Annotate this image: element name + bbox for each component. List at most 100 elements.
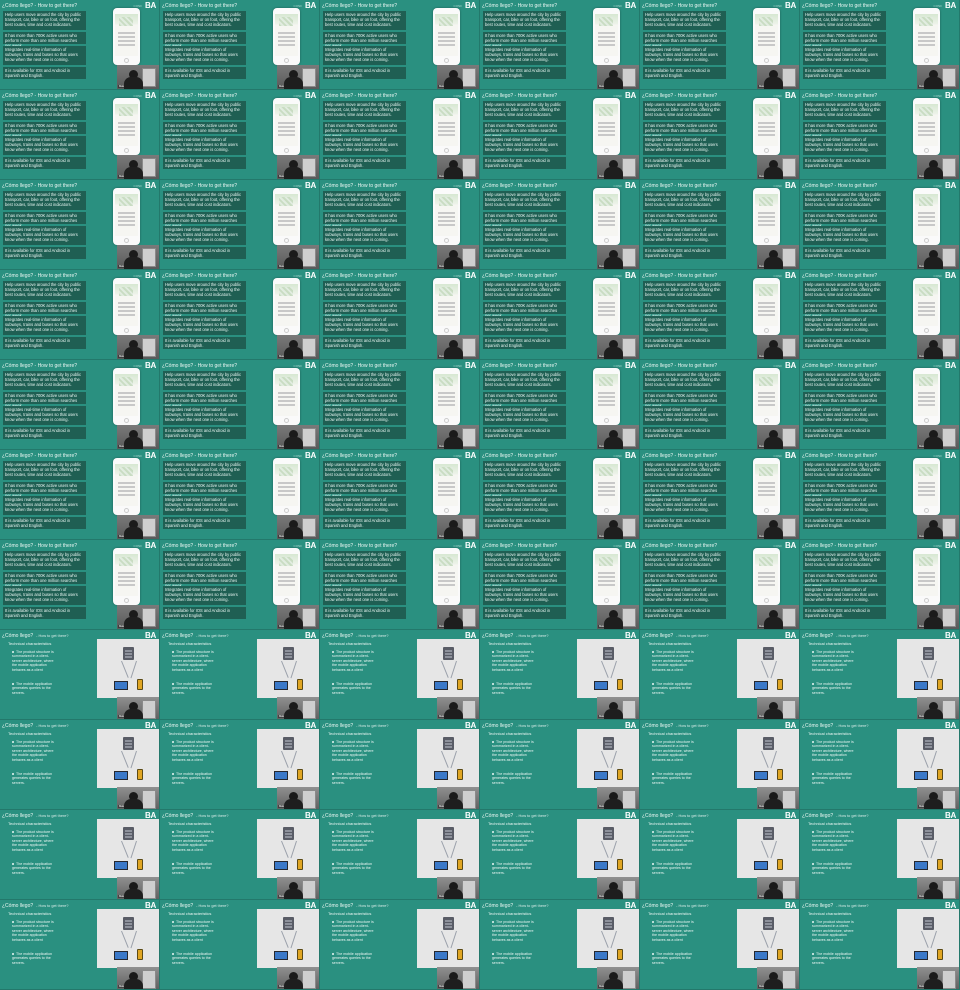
presenter-name: Malena Gonz... [918, 985, 938, 988]
bullet-item: It is available for IOS and Android in S… [643, 427, 726, 439]
slide-title: ¿Cómo llego? - How to get there? [162, 2, 238, 9]
phone-screen [595, 104, 618, 146]
slide-thumbnail[interactable]: ¿Cómo llego? - How to get there? CONF BA… [800, 0, 960, 90]
bullet-item: The mobile application generates queries… [172, 952, 218, 965]
presenter-video: Malena Gonz... [917, 605, 959, 629]
slide-thumbnail[interactable]: ¿Cómo llego? - How to get there? CONF BA… [160, 270, 320, 360]
slide-thumbnail[interactable]: ¿Cómo llego? - How to get there? BA Tech… [640, 630, 800, 720]
slide-thumbnail[interactable]: ¿Cómo llego? - How to get there? CONF BA… [640, 360, 800, 450]
slide-thumbnail[interactable]: ¿Cómo llego? - How to get there? BA Tech… [320, 720, 480, 810]
slide-thumbnail[interactable]: ¿Cómo llego? - How to get there? CONF BA… [640, 180, 800, 270]
slide-thumbnail[interactable]: ¿Cómo llego? - How to get there? CONF BA… [0, 360, 160, 450]
slide-thumbnail[interactable]: ¿Cómo llego? - How to get there? BA Tech… [320, 630, 480, 720]
slide-thumbnail[interactable]: ¿Cómo llego? - How to get there? BA Tech… [480, 630, 640, 720]
phone-home-button [764, 598, 769, 603]
connector-line [450, 750, 457, 769]
slide-thumbnail[interactable]: ¿Cómo llego? - How to get there? BA Tech… [160, 720, 320, 810]
slide-thumbnail[interactable]: ¿Cómo llego? - How to get there? CONF BA… [0, 180, 160, 270]
slide-thumbnail[interactable]: ¿Cómo llego? - How to get there? BA Tech… [480, 900, 640, 990]
slide-thumbnail[interactable]: ¿Cómo llego? - How to get there? BA Tech… [480, 810, 640, 900]
presenter-name: Malena Gonz... [278, 805, 298, 808]
slide-thumbnail[interactable]: ¿Cómo llego? - How to get there? BA Tech… [160, 810, 320, 900]
slide-thumbnail[interactable]: ¿Cómo llego? - How to get there? CONF BA… [160, 0, 320, 90]
bullet-item: The product structure is summarized in a… [332, 740, 378, 762]
bullet-item: Integrates real-time information of subw… [163, 316, 246, 335]
slide-thumbnail[interactable]: ¿Cómo llego? - How to get there? BA Tech… [800, 720, 960, 810]
slide-thumbnail[interactable]: ¿Cómo llego? - How to get there? CONF BA… [800, 360, 960, 450]
slide-thumbnail[interactable]: ¿Cómo llego? - How to get there? BA Tech… [480, 720, 640, 810]
slide-thumbnail[interactable]: ¿Cómo llego? - How to get there? CONF BA… [0, 270, 160, 360]
slide-thumbnail[interactable]: ¿Cómo llego? - How to get there? CONF BA… [480, 90, 640, 180]
phone-screen [115, 464, 138, 506]
ba-logo: BA [305, 91, 316, 100]
bullet-item: Help users move around the city by publi… [803, 11, 886, 30]
slide-thumbnail[interactable]: ¿Cómo llego? - How to get there? CONF BA… [800, 270, 960, 360]
slide-title: ¿Cómo llego? - How to get there? [802, 452, 878, 459]
presenter-video: Malena Gonz... [597, 515, 639, 539]
server-icon [923, 647, 934, 660]
bullet-item: It has more than 700K active users who p… [643, 32, 726, 48]
slide-thumbnail[interactable]: ¿Cómo llego? - How to get there? CONF BA… [640, 90, 800, 180]
bullet-item: The mobile application generates queries… [492, 682, 538, 695]
ba-logo: BA [785, 91, 796, 100]
slide-thumbnail[interactable]: ¿Cómo llego? - How to get there? CONF BA… [800, 540, 960, 630]
slide-thumbnail[interactable]: ¿Cómo llego? - How to get there? CONF BA… [640, 450, 800, 540]
slide-thumbnail[interactable]: ¿Cómo llego? - How to get there? CONF BA… [160, 360, 320, 450]
slide-thumbnail[interactable]: ¿Cómo llego? - How to get there? CONF BA… [160, 90, 320, 180]
slide-thumbnail[interactable]: ¿Cómo llego? - How to get there? CONF BA… [320, 450, 480, 540]
slide-thumbnail[interactable]: ¿Cómo llego? - How to get there? CONF BA… [800, 450, 960, 540]
bullet-text: The mobile application generates queries… [172, 952, 212, 965]
slide-thumbnail[interactable]: ¿Cómo llego? - How to get there? CONF BA… [320, 540, 480, 630]
slide-thumbnail[interactable]: ¿Cómo llego? - How to get there? BA Tech… [800, 900, 960, 990]
slide-thumbnail[interactable]: ¿Cómo llego? - How to get there? CONF BA… [800, 180, 960, 270]
slide-thumbnail[interactable]: ¿Cómo llego? - How to get there? BA Tech… [160, 900, 320, 990]
slide-thumbnail[interactable]: ¿Cómo llego? - How to get there? CONF BA… [480, 0, 640, 90]
slide-thumbnail[interactable]: ¿Cómo llego? - How to get there? CONF BA… [640, 540, 800, 630]
slide-thumbnail[interactable]: ¿Cómo llego? - How to get there? CONF BA… [0, 450, 160, 540]
mobile-icon [137, 769, 143, 780]
slide-thumbnail[interactable]: ¿Cómo llego? - How to get there? CONF BA… [320, 90, 480, 180]
slide-thumbnail[interactable]: ¿Cómo llego? - How to get there? CONF BA… [800, 90, 960, 180]
slide-thumbnail[interactable]: ¿Cómo llego? - How to get there? BA Tech… [640, 720, 800, 810]
bullet-dot-icon [172, 683, 174, 686]
slide-thumbnail[interactable]: ¿Cómo llego? - How to get there? BA Tech… [0, 630, 160, 720]
slide-thumbnail[interactable]: ¿Cómo llego? - How to get there? CONF BA… [0, 540, 160, 630]
slide-thumbnail[interactable]: ¿Cómo llego? - How to get there? BA Tech… [640, 900, 800, 990]
bullet-item: Integrates real-time information of subw… [803, 226, 886, 245]
slide-thumbnail[interactable]: ¿Cómo llego? - How to get there? CONF BA… [320, 270, 480, 360]
slide-thumbnail[interactable]: ¿Cómo llego? - How to get there? CONF BA… [640, 0, 800, 90]
presenter-name: Malena Gonz... [918, 175, 938, 178]
slide-thumbnail[interactable]: ¿Cómo llego? - How to get there? CONF BA… [480, 360, 640, 450]
slide-thumbnail[interactable]: ¿Cómo llego? - How to get there? CONF BA… [320, 180, 480, 270]
slide-thumbnail[interactable]: ¿Cómo llego? - How to get there? BA Tech… [160, 630, 320, 720]
slide-thumbnail[interactable]: ¿Cómo llego? - How to get there? BA Tech… [0, 720, 160, 810]
slide-thumbnail[interactable]: ¿Cómo llego? - How to get there? CONF BA… [0, 90, 160, 180]
bullet-text: The product structure is summarized in a… [812, 740, 854, 762]
slide-thumbnail[interactable]: ¿Cómo llego? - How to get there? CONF BA… [480, 540, 640, 630]
bullet-list: Help users move around the city by publi… [163, 101, 246, 169]
slide-thumbnail[interactable]: ¿Cómo llego? - How to get there? BA Tech… [800, 630, 960, 720]
slide-subtitle: - How to get there? [36, 903, 69, 908]
slide-thumbnail[interactable]: ¿Cómo llego? - How to get there? CONF BA… [160, 540, 320, 630]
slide-thumbnail[interactable]: ¿Cómo llego? - How to get there? CONF BA… [480, 450, 640, 540]
slide-thumbnail[interactable]: ¿Cómo llego? - How to get there? CONF BA… [640, 270, 800, 360]
bullet-text: The product structure is summarized in a… [172, 740, 214, 762]
slide-thumbnail[interactable]: ¿Cómo llego? - How to get there? CONF BA… [320, 0, 480, 90]
slide-thumbnail[interactable]: ¿Cómo llego? - How to get there? CONF BA… [160, 180, 320, 270]
slide-thumbnail[interactable]: ¿Cómo llego? - How to get there? BA Tech… [320, 900, 480, 990]
bullet-item: It has more than 700K active users who p… [803, 482, 886, 498]
slide-thumbnail[interactable]: ¿Cómo llego? - How to get there? BA Tech… [800, 810, 960, 900]
phone-screen [915, 104, 938, 146]
slide-thumbnail[interactable]: ¿Cómo llego? - How to get there? CONF BA… [480, 180, 640, 270]
slide-thumbnail[interactable]: ¿Cómo llego? - How to get there? BA Tech… [640, 810, 800, 900]
slide-thumbnail[interactable]: ¿Cómo llego? - How to get there? CONF BA… [480, 270, 640, 360]
slide-thumbnail[interactable]: ¿Cómo llego? - How to get there? BA Tech… [0, 900, 160, 990]
bullet-dot-icon [652, 831, 654, 834]
slide-thumbnail[interactable]: ¿Cómo llego? - How to get there? BA Tech… [0, 810, 160, 900]
connector-line [761, 660, 769, 678]
slide-thumbnail[interactable]: ¿Cómo llego? - How to get there? CONF BA… [320, 360, 480, 450]
slide-thumbnail[interactable]: ¿Cómo llego? - How to get there? CONF BA… [160, 450, 320, 540]
section-heading: Technical characteristics [648, 731, 692, 736]
slide-thumbnail[interactable]: ¿Cómo llego? - How to get there? CONF BA… [0, 0, 160, 90]
slide-thumbnail[interactable]: ¿Cómo llego? - How to get there? BA Tech… [320, 810, 480, 900]
